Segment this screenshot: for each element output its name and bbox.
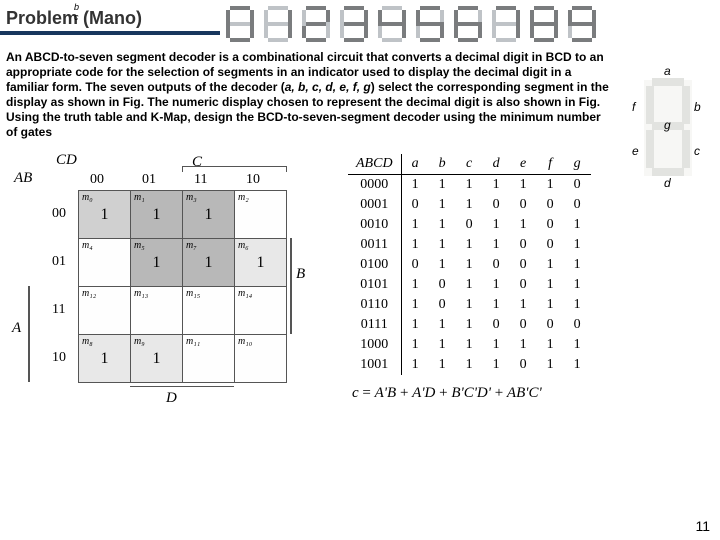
digit xyxy=(528,4,560,44)
problem-statement: An ABCD-to-seven segment decoder is a co… xyxy=(0,44,720,146)
equation: c = A'B + A'D + B'C'D' + AB'C' xyxy=(348,385,591,402)
table-row: 00001111110 xyxy=(348,175,591,196)
table-row: 00101101101 xyxy=(348,215,591,235)
table-row: 10001111111 xyxy=(348,335,591,355)
digit xyxy=(262,4,294,44)
digit xyxy=(566,4,598,44)
table-row: 01101011111 xyxy=(348,295,591,315)
page-number: 11 xyxy=(695,518,710,534)
digit xyxy=(376,4,408,44)
table-row: 01000110011 xyxy=(348,255,591,275)
seven-segment-row xyxy=(224,0,598,44)
truth-table: ABCDabcdefg00001111110000101100000010110… xyxy=(348,154,591,375)
page-title: Problem (Mano) xyxy=(0,0,220,35)
table-row: 01011011011 xyxy=(348,275,591,295)
segment-figure: a b c d e f g xyxy=(622,72,712,192)
segment-labels-bc: bc xyxy=(74,2,79,22)
digit xyxy=(490,4,522,44)
table-row: 00111111001 xyxy=(348,235,591,255)
table-row: 01111110000 xyxy=(348,315,591,335)
truth-table-and-equation: ABCDabcdefg00001111110000101100000010110… xyxy=(348,150,591,430)
table-row: 10011111011 xyxy=(348,355,591,375)
kmap-figure: CD AB 00 01 11 10 00 01 11 10 m₀1m₁1m₃1m… xyxy=(8,150,338,430)
table-row: 00010110000 xyxy=(348,195,591,215)
digit xyxy=(452,4,484,44)
digit xyxy=(224,4,256,44)
digit xyxy=(300,4,332,44)
digit xyxy=(338,4,370,44)
digit xyxy=(414,4,446,44)
